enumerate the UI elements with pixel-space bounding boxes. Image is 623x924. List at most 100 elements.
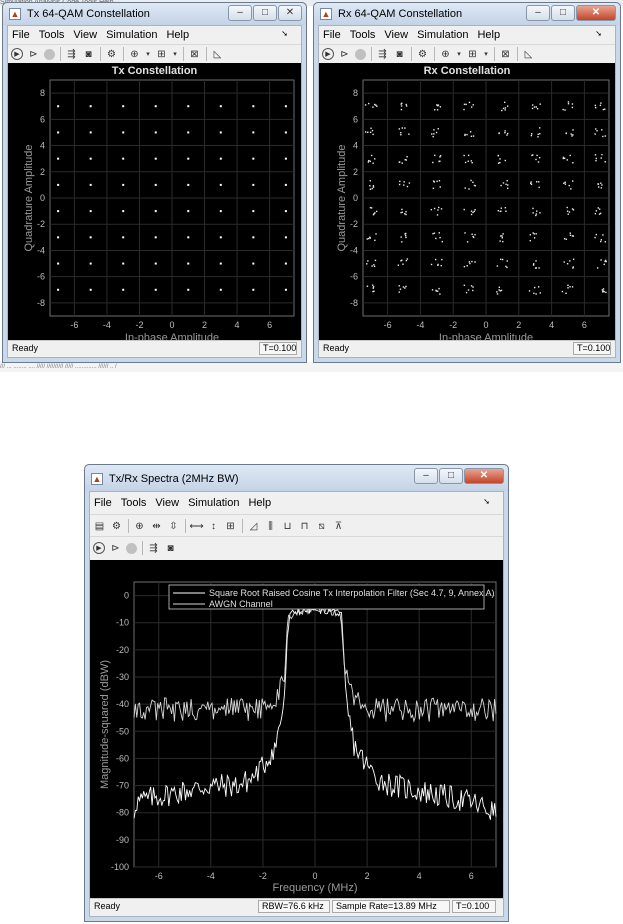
y-tick-label: -4 <box>37 245 45 255</box>
step-forward-icon[interactable]: ⊳ <box>27 48 40 61</box>
constellation-point <box>187 157 190 160</box>
autoscale-icon[interactable]: ⊠ <box>499 48 512 61</box>
title-bar[interactable]: ▲ Tx/Rx Spectra (2MHz BW) – □ ✕ <box>85 465 508 491</box>
zoom-x-icon[interactable]: ⇹ <box>150 520 163 533</box>
menu-help[interactable]: Help <box>166 29 189 41</box>
constellation-point <box>405 236 407 239</box>
constellation-point <box>372 133 374 136</box>
constellation-point <box>430 263 433 266</box>
close-button[interactable]: ✕ <box>278 5 302 21</box>
menu-tools[interactable]: Tools <box>39 29 65 41</box>
close-button[interactable]: ✕ <box>464 468 504 484</box>
constellation-point <box>502 107 505 110</box>
menu-tools[interactable]: Tools <box>350 29 376 41</box>
constellation-point <box>122 262 125 265</box>
highlight-block-icon[interactable]: ⇶ <box>65 48 78 61</box>
step-forward-icon[interactable]: ⊳ <box>109 542 122 555</box>
spectra-window[interactable]: ▲ Tx/Rx Spectra (2MHz BW) – □ ✕ File Too… <box>84 464 509 922</box>
dropdown-arrow-icon[interactable]: ▾ <box>145 48 151 61</box>
rx-constellation-window[interactable]: ▲ Rx 64-QAM Constellation – □ ✕ File Too… <box>313 2 621 363</box>
settings-gear-icon[interactable]: ⚙ <box>416 48 429 61</box>
constellation-point <box>432 135 434 138</box>
constellation-point <box>406 156 408 158</box>
dock-arrow-icon[interactable]: ➘ <box>281 29 288 38</box>
constellation-point <box>374 239 376 242</box>
stop-icon[interactable] <box>44 48 55 60</box>
title-bar[interactable]: ▲ Rx 64-QAM Constellation – □ ✕ <box>314 3 620 25</box>
stop-icon[interactable] <box>355 48 366 60</box>
menu-help[interactable]: Help <box>248 497 271 509</box>
trigger-icon[interactable]: ⊼ <box>332 520 345 533</box>
maximize-button[interactable]: □ <box>439 468 463 484</box>
constellation-point <box>252 288 255 291</box>
pan-icon[interactable]: ⊞ <box>466 48 479 61</box>
constellation-point <box>400 108 403 111</box>
minimize-button[interactable]: – <box>228 5 252 21</box>
menu-help[interactable]: Help <box>477 29 500 41</box>
zoom-in-icon[interactable]: ⊕ <box>133 520 146 533</box>
constellation-point <box>433 207 436 210</box>
scale-x-icon[interactable]: ⟷ <box>189 520 203 533</box>
menu-file[interactable]: File <box>94 497 112 509</box>
settings-gear-icon[interactable]: ⚙ <box>110 520 123 533</box>
constellation-point <box>567 213 569 215</box>
dropdown-arrow-icon[interactable]: ▾ <box>456 48 462 61</box>
zoom-in-icon[interactable]: ⊕ <box>128 48 141 61</box>
step-forward-icon[interactable]: ⊳ <box>338 48 351 61</box>
highlight-block-icon[interactable]: ⇶ <box>376 48 389 61</box>
constellation-point <box>57 105 60 108</box>
measurements-icon[interactable]: ◺ <box>211 48 224 61</box>
menu-simulation[interactable]: Simulation <box>106 29 157 41</box>
run-icon[interactable]: ▶ <box>322 48 334 60</box>
title-bar[interactable]: ▲ Tx 64-QAM Constellation – □ ✕ <box>3 3 306 25</box>
run-icon[interactable]: ▶ <box>11 48 23 60</box>
distortion-icon[interactable]: ⊓ <box>298 520 311 533</box>
menu-view[interactable]: View <box>155 497 179 509</box>
constellation-point <box>604 260 606 263</box>
stop-icon[interactable] <box>126 542 137 554</box>
menu-simulation[interactable]: Simulation <box>417 29 468 41</box>
menu-simulation[interactable]: Simulation <box>188 497 239 509</box>
run-icon[interactable]: ▶ <box>93 542 105 554</box>
dropdown-arrow-icon[interactable]: ▾ <box>483 48 489 61</box>
snapshot-icon[interactable]: ◙ <box>164 542 177 555</box>
constellation-point <box>597 186 600 188</box>
menu-tools[interactable]: Tools <box>121 497 147 509</box>
peak-finder-icon[interactable]: ⫼ <box>264 520 277 533</box>
maximize-button[interactable]: □ <box>253 5 277 21</box>
scale-y-icon[interactable]: ↕ <box>207 520 220 533</box>
constellation-point <box>568 211 571 213</box>
snapshot-icon[interactable]: ◙ <box>82 48 95 61</box>
scale-xy-icon[interactable]: ⊞ <box>224 520 237 533</box>
status-text: Ready <box>323 343 350 353</box>
menu-file[interactable]: File <box>12 29 30 41</box>
maximize-button[interactable]: □ <box>551 5 575 21</box>
autoscale-icon[interactable]: ⊠ <box>188 48 201 61</box>
dropdown-arrow-icon[interactable]: ▾ <box>172 48 178 61</box>
dock-arrow-icon[interactable]: ➘ <box>595 29 602 38</box>
print-icon[interactable]: ▤ <box>93 520 106 533</box>
constellation-point <box>463 103 466 106</box>
snapshot-icon[interactable]: ◙ <box>393 48 406 61</box>
dock-arrow-icon[interactable]: ➘ <box>483 497 490 506</box>
settings-gear-icon[interactable]: ⚙ <box>105 48 118 61</box>
highlight-block-icon[interactable]: ⇶ <box>147 542 160 555</box>
menu-view[interactable]: View <box>73 29 97 41</box>
constellation-point <box>562 108 564 111</box>
constellation-point <box>500 235 502 237</box>
measurements-icon[interactable]: ◺ <box>522 48 535 61</box>
ccdf-icon[interactable]: ⧅ <box>315 520 328 533</box>
zoom-in-icon[interactable]: ⊕ <box>439 48 452 61</box>
close-button[interactable]: ✕ <box>576 5 616 21</box>
rbw-field: RBW=76.6 kHz <box>258 900 330 913</box>
tx-constellation-window[interactable]: ▲ Tx 64-QAM Constellation – □ ✕ File Too… <box>2 2 307 363</box>
zoom-y-icon[interactable]: ⇳ <box>167 520 180 533</box>
channel-measurements-icon[interactable]: ⊔ <box>281 520 294 533</box>
menu-file[interactable]: File <box>323 29 341 41</box>
menu-view[interactable]: View <box>384 29 408 41</box>
data-cursor-icon[interactable]: ◿ <box>247 520 260 533</box>
minimize-button[interactable]: – <box>414 468 438 484</box>
pan-icon[interactable]: ⊞ <box>155 48 168 61</box>
constellation-point <box>602 135 604 138</box>
minimize-button[interactable]: – <box>526 5 550 21</box>
